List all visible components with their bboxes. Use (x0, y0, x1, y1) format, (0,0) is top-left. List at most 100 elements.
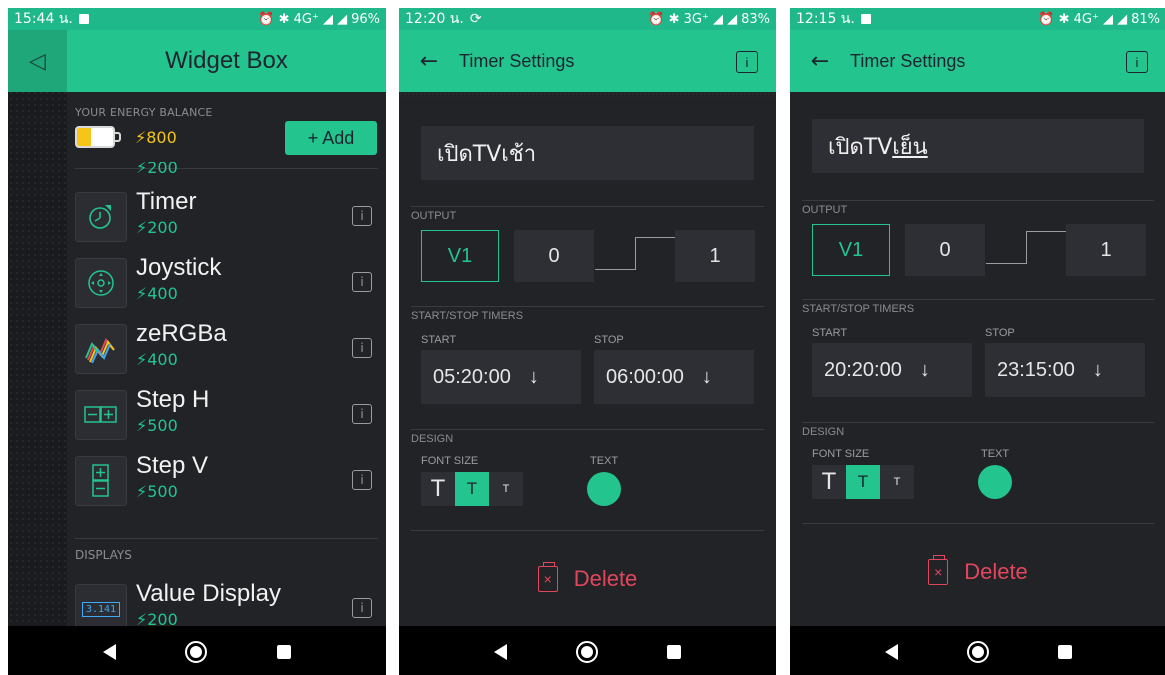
nav-recent-icon[interactable] (1057, 645, 1072, 659)
delete-button[interactable]: × Delete (399, 562, 776, 592)
text-color-swatch[interactable] (978, 465, 1012, 499)
widget-price: ⚡500 (136, 416, 178, 435)
info-icon[interactable]: i (352, 206, 372, 226)
widget-name-field[interactable]: เปิดTVเช้า (421, 126, 754, 180)
widget-price: ⚡200 (136, 218, 178, 237)
back-arrow-icon[interactable]: ← (790, 49, 850, 74)
section-label-timers: START/STOP TIMERS (411, 310, 524, 322)
status-time: 12:15 น. (796, 11, 855, 27)
start-time-picker[interactable]: 05:20:00 ↓ (421, 350, 581, 404)
font-size-selector: T T T (812, 465, 914, 499)
add-energy-button[interactable]: + Add (285, 121, 377, 155)
app-bar: ← Timer Settings i (399, 30, 776, 92)
nav-home-icon[interactable] (575, 641, 598, 663)
widget-price: ⚡500 (136, 482, 178, 501)
nav-back-icon[interactable] (884, 644, 898, 660)
pin-selector[interactable]: V1 (421, 230, 499, 282)
sync-icon: ⟳ (469, 11, 482, 27)
nav-home-icon[interactable] (185, 641, 208, 663)
energy-balance-label: YOUR ENERGY BALANCE (75, 106, 213, 119)
settings-body: เปิดTVเช้า OUTPUT V1 0 1 START/STOP TIME… (399, 92, 776, 626)
back-arrow-icon[interactable]: ← (399, 49, 459, 74)
status-bar: 12:15 น. ⏰ ✱ 4G⁺ ◢ ◢ 81% (790, 8, 1165, 30)
output-high-value[interactable]: 1 (675, 230, 755, 282)
joystick-icon (75, 258, 127, 308)
gallery-icon (860, 14, 871, 24)
output-high-value[interactable]: 1 (1066, 224, 1146, 276)
widget-name-field[interactable]: เปิดTV เย็น (812, 119, 1144, 173)
section-label-output: OUTPUT (411, 210, 457, 222)
widget-item-timer[interactable]: Timer ⚡200 i (75, 186, 378, 248)
nav-recent-icon[interactable] (667, 645, 682, 659)
font-size-large-button[interactable]: T (812, 465, 846, 499)
trash-icon: × (928, 555, 949, 585)
divider (802, 299, 1154, 300)
widget-item-joystick[interactable]: Joystick ⚡400 i (75, 252, 378, 314)
status-bar: 15:44 น. ⏰ ✱ 4G⁺ ◢ ◢ 96% (8, 8, 386, 30)
section-label-displays: DISPLAYS (75, 548, 132, 562)
settings-body: เปิดTV เย็น OUTPUT V1 0 1 START/STOP TIME… (790, 92, 1165, 626)
divider (411, 530, 764, 531)
widget-drawer: YOUR ENERGY BALANCE ⚡800 + Add ⚡200 Time… (67, 92, 386, 626)
widget-name: Step V (136, 452, 209, 479)
divider (802, 200, 1154, 201)
android-nav-bar (399, 626, 776, 675)
zebra-icon (75, 324, 127, 374)
section-label-output: OUTPUT (802, 204, 848, 216)
output-low-value[interactable]: 0 (905, 224, 985, 276)
text-color-swatch[interactable] (587, 472, 621, 506)
info-icon[interactable]: i (1126, 51, 1148, 73)
info-icon[interactable]: i (352, 338, 372, 358)
app-bar: Widget Box (67, 30, 386, 92)
nav-back-icon[interactable] (493, 644, 507, 660)
widget-item-step-v[interactable]: Step V ⚡500 i (75, 450, 378, 512)
status-time: 12:20 น. (405, 11, 464, 27)
font-size-large-button[interactable]: T (421, 472, 455, 506)
stop-time-value: 23:15:00 (997, 358, 1075, 381)
energy-battery-icon (75, 126, 123, 148)
divider (411, 306, 764, 307)
font-size-medium-button[interactable]: T (846, 465, 880, 499)
font-size-small-button[interactable]: T (489, 472, 523, 506)
info-icon[interactable]: i (352, 598, 372, 618)
nav-home-icon[interactable] (966, 641, 989, 663)
status-indicators: ⏰ ✱ 4G⁺ ◢ ◢ (258, 11, 348, 27)
info-icon[interactable]: i (352, 404, 372, 424)
status-indicators: ⏰ ✱ 3G⁺ ◢ ◢ (648, 11, 738, 27)
close-drawer-button[interactable]: ◁ (8, 30, 67, 92)
status-time: 15:44 น. (14, 11, 73, 27)
widget-item-step-h[interactable]: Step H ⚡500 i (75, 384, 378, 446)
start-time-value: 20:20:00 (824, 358, 902, 381)
nav-recent-icon[interactable] (277, 645, 292, 659)
widget-price: ⚡200 (136, 162, 178, 177)
list-item-partial: ⚡200 (75, 162, 378, 182)
info-icon[interactable]: i (352, 272, 372, 292)
info-icon[interactable]: i (736, 51, 758, 73)
widget-item-zergba[interactable]: zeRGBa ⚡400 i (75, 318, 378, 380)
pin-selector[interactable]: V1 (812, 224, 890, 276)
info-icon[interactable]: i (352, 470, 372, 490)
timer-settings-screen-evening: 12:15 น. ⏰ ✱ 4G⁺ ◢ ◢ 81% ← Timer Setting… (790, 8, 1165, 675)
stop-time-picker[interactable]: 06:00:00 ↓ (594, 350, 754, 404)
output-low-value[interactable]: 0 (514, 230, 594, 282)
font-size-medium-button[interactable]: T (455, 472, 489, 506)
delete-button[interactable]: × Delete (790, 555, 1165, 585)
android-nav-bar (8, 626, 386, 675)
battery-percent: 96% (351, 11, 380, 27)
close-triangle-icon: ◁ (29, 48, 46, 74)
down-arrow-icon: ↓ (1092, 358, 1103, 381)
font-size-small-button[interactable]: T (880, 465, 914, 499)
start-time-picker[interactable]: 20:20:00 ↓ (812, 343, 972, 397)
timer-settings-screen-morning: 12:20 น. ⟳ ⏰ ✱ 3G⁺ ◢ ◢ 83% ← Timer Setti… (399, 8, 776, 675)
stop-label: STOP (985, 327, 1015, 339)
divider (802, 422, 1154, 423)
font-size-label: FONT SIZE (812, 448, 870, 460)
down-arrow-icon: ↓ (701, 365, 712, 388)
widget-item-value-display[interactable]: 3.141 Value Display ⚡200 i (75, 578, 378, 626)
nav-back-icon[interactable] (102, 644, 116, 660)
stop-time-picker[interactable]: 23:15:00 ↓ (985, 343, 1145, 397)
page-title: Timer Settings (850, 50, 966, 71)
battery-percent: 81% (1131, 11, 1160, 27)
project-canvas-edge (8, 30, 67, 626)
start-label: START (421, 334, 457, 346)
